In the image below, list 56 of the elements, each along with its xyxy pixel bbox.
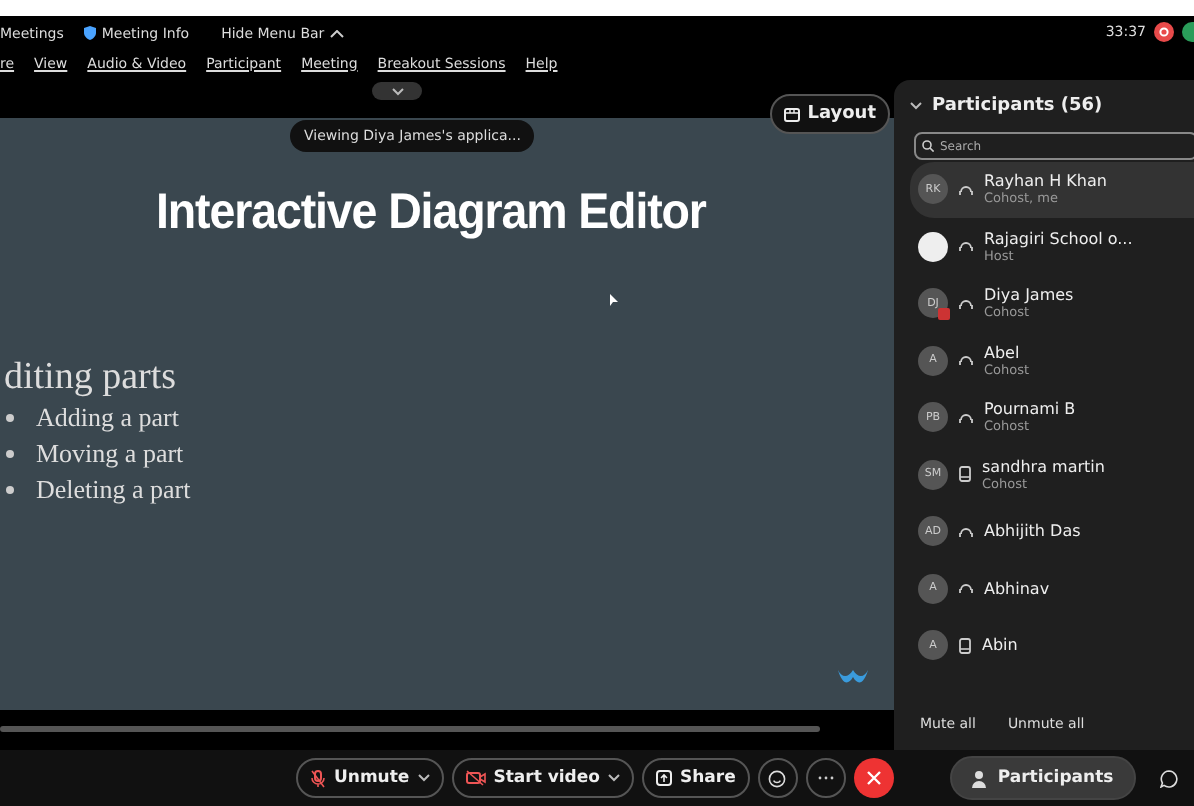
reactions-button[interactable]: [757, 758, 798, 798]
audio-icon: [958, 352, 974, 369]
chevron-up-icon: [330, 29, 345, 37]
participant-name: Pournami B: [984, 400, 1076, 419]
close-icon: [865, 770, 882, 786]
smiley-icon: [768, 769, 787, 787]
participant-name: Abin: [982, 636, 1018, 655]
people-icon: [971, 769, 990, 787]
slide-bullet: Moving a part: [36, 438, 184, 470]
audio-icon: [958, 181, 974, 198]
unmute-button[interactable]: Unmute: [296, 758, 444, 798]
caret-icon: [417, 774, 430, 782]
participant-name: Rajagiri School o...: [984, 229, 1133, 248]
participant-name: Abel: [984, 343, 1022, 362]
avatar: [918, 231, 948, 262]
bullet-icon: [6, 450, 14, 458]
slide-bullet: Deleting a part: [36, 474, 191, 506]
shield-icon: [83, 26, 96, 40]
audio-icon: [958, 295, 974, 312]
audio-icon: [958, 523, 974, 540]
participants-button[interactable]: Participants: [949, 756, 1136, 800]
status-icon: [1182, 22, 1194, 42]
phone-icon: [958, 466, 972, 483]
participant-name: Rayhan H Khan: [984, 172, 1107, 191]
participant-name: Abhijith Das: [984, 522, 1081, 541]
slide-heading: diting parts: [4, 356, 179, 400]
recording-icon: [1154, 22, 1174, 42]
video-off-icon: [465, 770, 486, 786]
scrollbar[interactable]: [0, 726, 820, 732]
chat-icon[interactable]: [1159, 769, 1178, 787]
audio-icon: [958, 580, 974, 597]
end-call-button[interactable]: [853, 758, 894, 798]
panel-title[interactable]: Participants (56): [910, 80, 1194, 132]
mic-off-icon: [310, 769, 326, 787]
bullet-icon: [6, 486, 14, 494]
bullet-icon: [6, 414, 14, 422]
layout-icon: [783, 107, 800, 121]
start-video-button[interactable]: Start video: [451, 758, 634, 798]
share-icon: [655, 770, 672, 786]
cursor-icon: [610, 294, 618, 306]
caret-icon: [910, 102, 922, 110]
audio-icon: [958, 409, 974, 426]
caret-icon: [391, 87, 403, 95]
participant-name: Diya James: [984, 286, 1074, 305]
share-button[interactable]: Share: [641, 758, 750, 798]
expand-button[interactable]: [372, 82, 422, 100]
participant-name: Abhinav: [984, 579, 1050, 598]
caret-icon: [607, 774, 620, 782]
search-icon: [922, 140, 934, 152]
slide-title: Interactive Diagram Editor: [156, 184, 708, 242]
audio-icon: [958, 238, 974, 255]
participant-name: sandhra martin: [982, 457, 1105, 476]
logo-icon: [836, 666, 870, 688]
phone-icon: [958, 637, 972, 654]
layout-button[interactable]: Layout: [769, 94, 890, 134]
slide-bullet: Adding a part: [36, 402, 179, 434]
